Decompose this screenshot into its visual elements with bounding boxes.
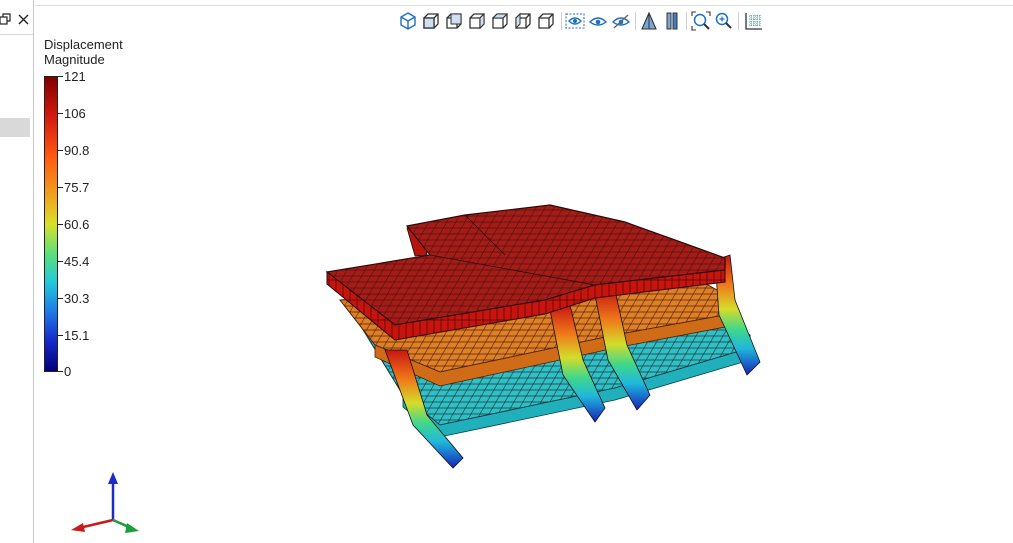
- restore-window-icon[interactable]: [0, 10, 16, 30]
- deformed-structure-model[interactable]: [35, 0, 1013, 543]
- axis-triad: [71, 472, 139, 533]
- left-panel-tabbar: [0, 8, 33, 35]
- left-panel: [0, 0, 34, 543]
- left-panel-selected-row[interactable]: [0, 118, 30, 137]
- close-icon[interactable]: [16, 10, 32, 30]
- 3d-viewport[interactable]: Displacement Magnitude 121 106 90.8 75.7…: [35, 0, 1013, 543]
